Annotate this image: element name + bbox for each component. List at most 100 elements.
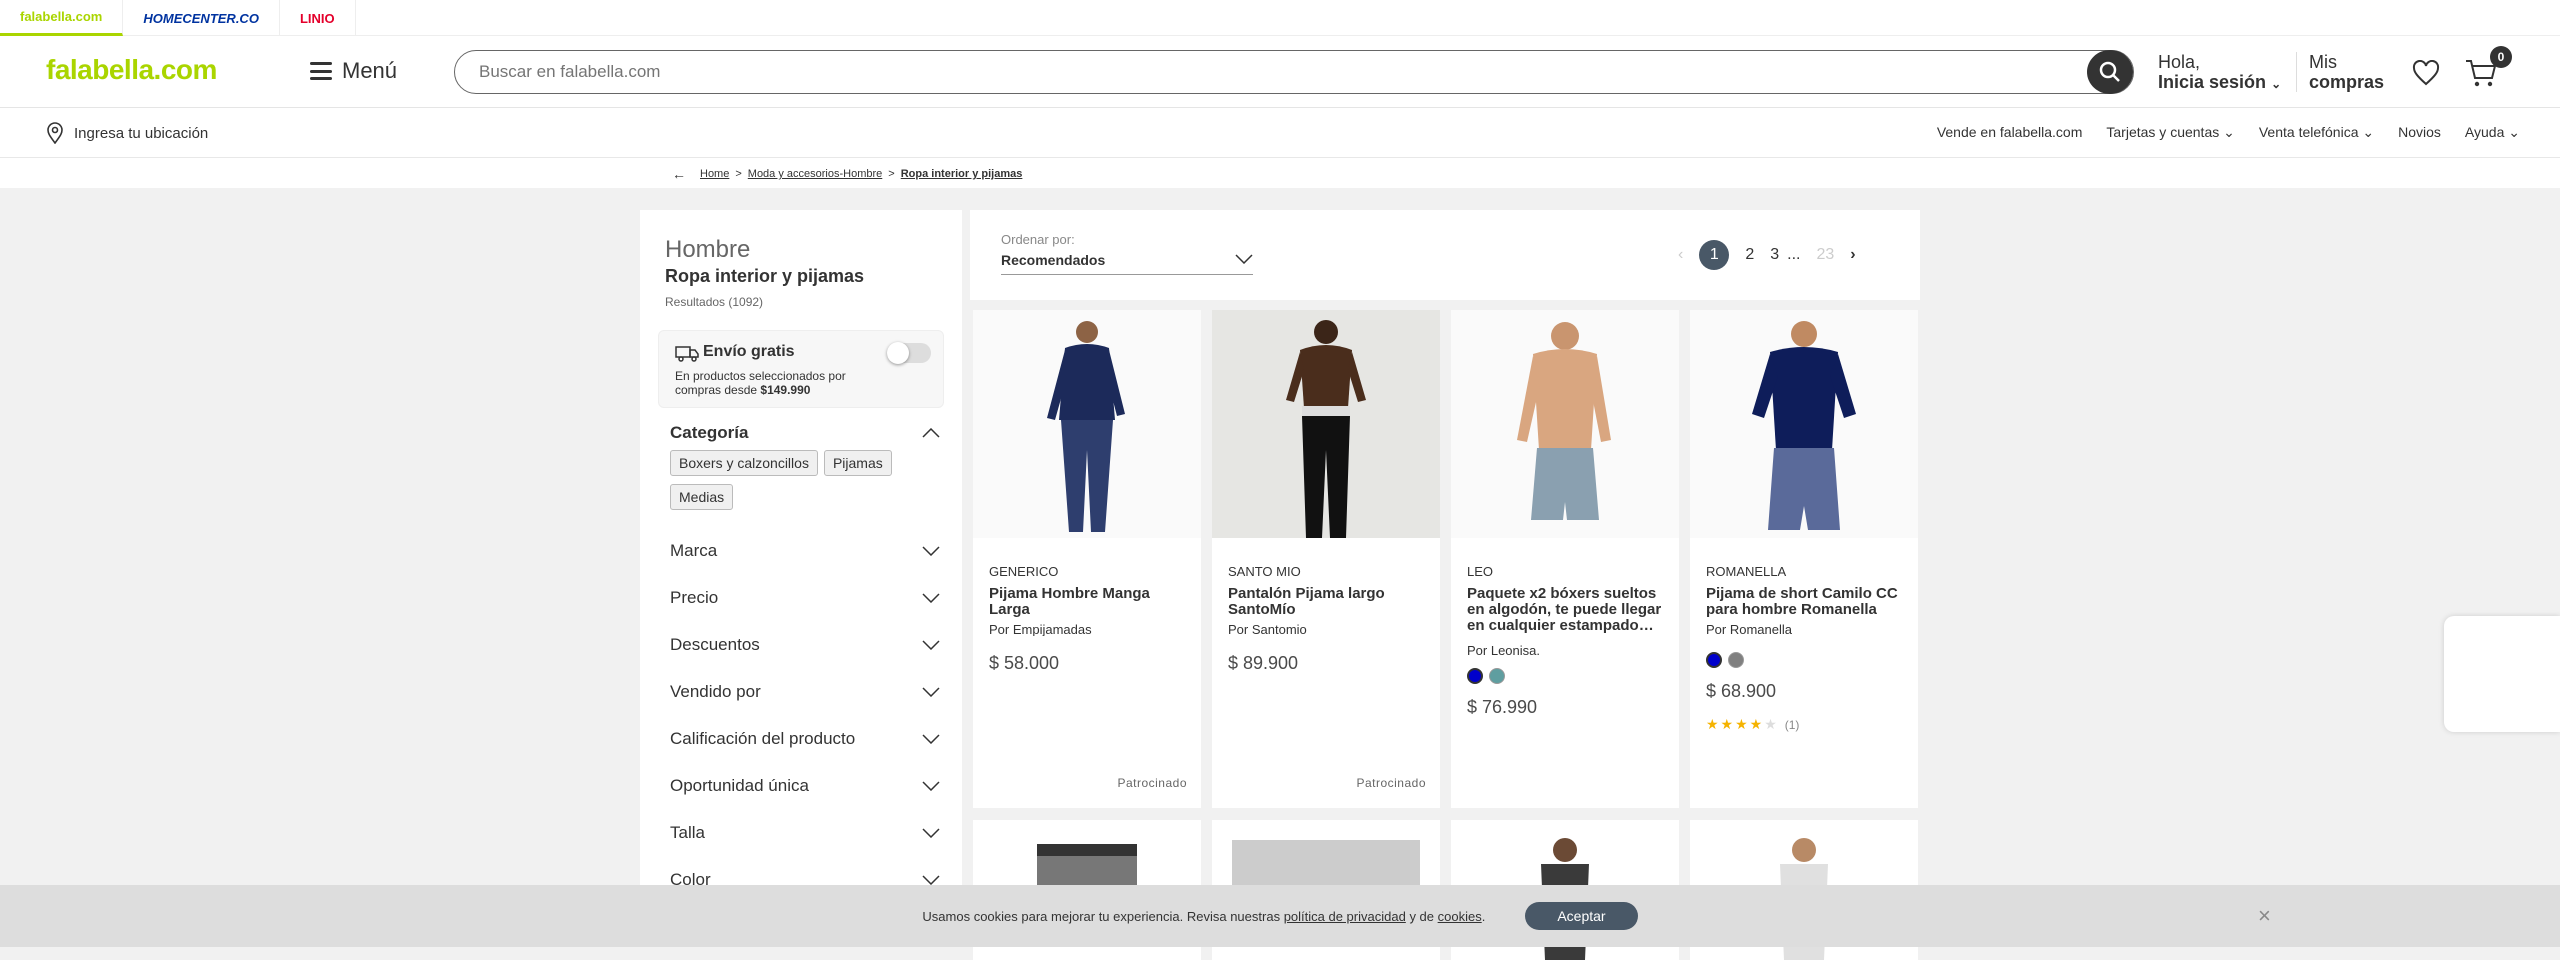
chip-pijamas[interactable]: Pijamas bbox=[823, 450, 892, 476]
breadcrumb: ← Home > Moda y accesorios-Hombre > Ropa… bbox=[672, 166, 1022, 182]
chevron-down-icon bbox=[922, 593, 940, 603]
filter-label: Precio bbox=[670, 588, 719, 607]
product-name[interactable]: Pijama Hombre Manga Larga Por Empijamada… bbox=[989, 586, 1189, 636]
product-name-text: Pantalón Pijama largo SantoMío bbox=[1228, 586, 1385, 618]
sort-dropdown[interactable]: Recomendados bbox=[1001, 252, 1253, 275]
color-swatch[interactable] bbox=[1489, 668, 1505, 684]
filter-label: Talla bbox=[670, 823, 705, 842]
filter-sidebar: Hombre Ropa interior y pijamas Resultado… bbox=[640, 210, 962, 947]
product-name[interactable]: Paquete x2 bóxers sueltos en algodón, te… bbox=[1467, 586, 1667, 634]
cart-count-badge: 0 bbox=[2490, 46, 2512, 68]
privacy-policy-link[interactable]: política de privacidad bbox=[1284, 909, 1406, 924]
sell-link[interactable]: Vende en falabella.com bbox=[1937, 124, 2083, 141]
filter-label: Calificación del producto bbox=[670, 729, 856, 748]
brand-homecenter-label: HOMECENTER.CO bbox=[143, 10, 259, 26]
cookie-text-1: Usamos cookies para mejorar tu experienc… bbox=[922, 908, 1284, 924]
brand-tab-homecenter[interactable]: HOMECENTER.CO bbox=[123, 0, 280, 36]
product-price: $ 89.900 bbox=[1228, 653, 1299, 673]
color-swatch[interactable] bbox=[1467, 668, 1483, 684]
filter-marca[interactable]: Marca bbox=[670, 541, 940, 561]
filter-vendido-por[interactable]: Vendido por bbox=[670, 682, 940, 702]
filter-descuentos[interactable]: Descuentos bbox=[670, 635, 940, 655]
brand-bar: falabella.com HOMECENTER.CO LINIO bbox=[0, 0, 2560, 36]
page-1[interactable]: 1 bbox=[1699, 240, 1730, 270]
category-filter-header[interactable]: Categoría bbox=[670, 423, 940, 443]
breadcrumb-home[interactable]: Home bbox=[700, 168, 729, 180]
location-selector[interactable]: Ingresa tu ubicación bbox=[46, 122, 208, 144]
product-image[interactable] bbox=[1212, 310, 1440, 538]
menu-button[interactable]: Menú bbox=[310, 58, 397, 84]
close-icon[interactable]: × bbox=[2258, 903, 2271, 929]
product-card[interactable]: LEO Paquete x2 bóxers sueltos en algodón… bbox=[1451, 310, 1679, 808]
product-price: $ 76.990 bbox=[1467, 697, 1538, 717]
free-shipping-toggle[interactable] bbox=[887, 342, 931, 364]
product-brand: SANTO MIO bbox=[1228, 564, 1301, 579]
filter-talla[interactable]: Talla bbox=[670, 823, 940, 843]
page-last[interactable]: 23 bbox=[1816, 246, 1834, 264]
site-logo[interactable]: falabella.com bbox=[46, 54, 217, 86]
product-image[interactable] bbox=[1451, 310, 1679, 538]
product-seller: Por Santomio bbox=[1228, 622, 1307, 636]
chevron-down-icon bbox=[922, 687, 940, 697]
breadcrumb-separator: > bbox=[888, 168, 895, 180]
my-purchases-link[interactable]: Mis compras bbox=[2296, 52, 2384, 92]
location-label: Ingresa tu ubicación bbox=[74, 124, 209, 142]
chevron-down-icon bbox=[922, 828, 940, 838]
back-arrow-icon[interactable]: ← bbox=[672, 166, 686, 182]
sort-label: Ordenar por: bbox=[1001, 232, 1075, 247]
chip-medias[interactable]: Medias bbox=[670, 484, 734, 510]
brand-tab-linio[interactable]: LINIO bbox=[280, 0, 356, 36]
product-image[interactable] bbox=[973, 310, 1201, 538]
filter-label: Marca bbox=[670, 541, 718, 560]
free-shipping-filter: Envío gratis En productos seleccionados … bbox=[658, 330, 944, 408]
product-rating: ★★★★★ (1) bbox=[1706, 716, 1799, 733]
brand-tab-falabella[interactable]: falabella.com bbox=[0, 0, 124, 36]
category-filter-title: Categoría bbox=[670, 423, 749, 442]
phone-sales-link[interactable]: Venta telefónica ⌄ bbox=[2259, 124, 2374, 141]
breadcrumb-men-fashion[interactable]: Moda y accesorios-Hombre bbox=[748, 168, 883, 180]
color-swatch[interactable] bbox=[1728, 652, 1744, 668]
truck-icon bbox=[675, 346, 699, 362]
chevron-down-icon: ⌄ bbox=[2508, 124, 2520, 140]
chevron-down-icon: ⌄ bbox=[2223, 124, 2235, 140]
prev-page-icon[interactable]: ‹ bbox=[1678, 246, 1683, 264]
cards-link[interactable]: Tarjetas y cuentas ⌄ bbox=[2106, 124, 2234, 141]
sort-bar: Ordenar por: Recomendados ‹ 1 2 3 ... 23… bbox=[970, 210, 1920, 300]
breadcrumb-current[interactable]: Ropa interior y pijamas bbox=[901, 168, 1023, 180]
product-name[interactable]: Pantalón Pijama largo SantoMío Por Santo… bbox=[1228, 586, 1428, 636]
next-page-icon[interactable]: › bbox=[1850, 246, 1855, 264]
sub-links: Vende en falabella.com Tarjetas y cuenta… bbox=[1937, 124, 2520, 141]
page-2[interactable]: 2 bbox=[1745, 246, 1754, 264]
login-button[interactable]: Hola, Inicia sesión ⌄ bbox=[2158, 52, 2281, 94]
product-brand: LEO bbox=[1467, 564, 1494, 579]
chip-boxers[interactable]: Boxers y calzoncillos bbox=[670, 450, 818, 476]
search-button[interactable] bbox=[2087, 50, 2133, 94]
login-text: Inicia sesión bbox=[2158, 72, 2267, 92]
product-card[interactable]: GENERICO Pijama Hombre Manga Larga Por E… bbox=[973, 310, 1201, 808]
filter-calificacion[interactable]: Calificación del producto bbox=[670, 729, 940, 749]
filter-oportunidad[interactable]: Oportunidad única bbox=[670, 776, 940, 796]
cookies-link[interactable]: cookies bbox=[1438, 909, 1482, 924]
breadcrumb-separator: > bbox=[735, 168, 742, 180]
wishlist-button[interactable] bbox=[2412, 59, 2440, 91]
filter-precio[interactable]: Precio bbox=[670, 588, 940, 608]
help-link[interactable]: Ayuda ⌄ bbox=[2465, 124, 2520, 141]
product-name[interactable]: Pijama de short Camilo CC para hombre Ro… bbox=[1706, 586, 1906, 636]
sponsored-label: Patrocinado bbox=[1117, 776, 1187, 790]
search-input[interactable] bbox=[479, 62, 1979, 82]
accept-cookies-button[interactable]: Aceptar bbox=[1525, 902, 1638, 930]
sponsored-label: Patrocinado bbox=[1356, 776, 1426, 790]
chevron-down-icon bbox=[922, 781, 940, 791]
color-swatch[interactable] bbox=[1706, 652, 1722, 668]
chevron-down-icon bbox=[922, 734, 940, 744]
product-image[interactable] bbox=[1690, 310, 1918, 538]
filter-label: Descuentos bbox=[670, 635, 760, 654]
main-header: falabella.com Menú Hola, Inicia sesión ⌄… bbox=[0, 36, 2560, 108]
page-3[interactable]: 3 bbox=[1770, 246, 1779, 264]
product-card[interactable]: SANTO MIO Pantalón Pijama largo SantoMío… bbox=[1212, 310, 1440, 808]
novios-link[interactable]: Novios bbox=[2398, 124, 2441, 141]
filter-label: Vendido por bbox=[670, 682, 761, 701]
floating-widget[interactable] bbox=[2444, 616, 2560, 732]
product-card[interactable]: ROMANELLA Pijama de short Camilo CC para… bbox=[1690, 310, 1918, 808]
product-seller: Por Leonisa. bbox=[1467, 643, 1540, 658]
